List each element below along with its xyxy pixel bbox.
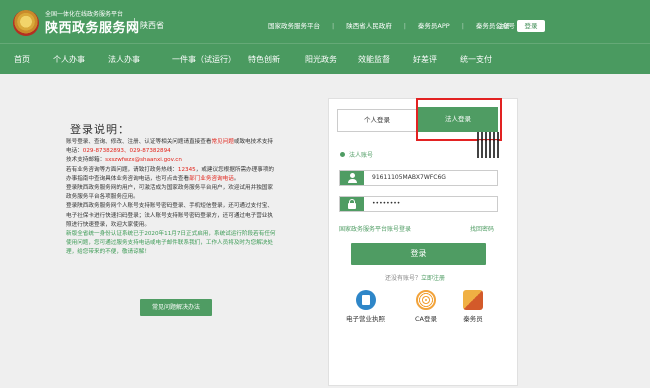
note-paragraph: 技术支持邮箱：sxszwfwzx@shaanxi.gov.cn xyxy=(66,156,276,165)
register-link[interactable]: 注册 xyxy=(497,20,510,30)
note-paragraph: 新版全省统一身份认证系统已于2020年11月7日正式启用，系统试运行阶段若有任何… xyxy=(66,231,276,256)
register-now-link[interactable]: 立即注册 xyxy=(421,275,445,282)
ext-login-label: 秦务员 xyxy=(463,315,483,323)
nav-unified-payment[interactable]: 统一支付 xyxy=(460,54,492,65)
note-paragraph: 登录陕西政务服务网的用户，可激活成为国家政务服务平台用户，欢迎试用并独国家政务服… xyxy=(66,185,273,201)
nav-rating[interactable]: 好差评 xyxy=(413,54,437,65)
nav-open-government[interactable]: 阳光政务 xyxy=(305,54,337,65)
top-links: 国家政务服务平台 | 陕西省人民政府 | 秦务员APP | 秦务员公众号 xyxy=(268,20,527,30)
nav-personal-services[interactable]: 个人办事 xyxy=(53,54,85,65)
business-license-login[interactable]: 电子营业执照 xyxy=(346,290,385,323)
top-header: 全国一体化在线政务服务平台 陕西政务服务网 陕西省 国家政务服务平台 | 陕西省人民… xyxy=(0,0,650,43)
header-login-button[interactable]: 登录 xyxy=(517,20,545,32)
divider: | xyxy=(403,22,406,30)
account-type-label: 法人账号 xyxy=(349,152,374,159)
nav-legal-services[interactable]: 法人办事 xyxy=(108,54,140,65)
password-field[interactable]: •••••••• xyxy=(339,196,498,212)
divider: | xyxy=(461,22,464,30)
tab-personal-login[interactable]: 个人登录 xyxy=(337,109,417,132)
account-field[interactable]: 91611105MABX7WFC6G xyxy=(339,170,498,186)
no-account-text: 还没有账号？ xyxy=(385,275,422,282)
site-logo-title[interactable]: 陕西政务服务网 xyxy=(45,17,140,36)
logo-divider xyxy=(134,18,135,32)
national-platform-login-link[interactable]: 国家政务服务平台账号登录 xyxy=(339,224,411,233)
login-notes: 账号登录、查询、修改、注册、认证等相关问题请直接查看常见问题或致电技术支持电话：… xyxy=(66,138,276,258)
login-submit-button[interactable]: 登录 xyxy=(351,243,486,265)
link-qinwuyuan-app[interactable]: 秦务员APP xyxy=(418,22,450,30)
department-phone-link[interactable]: 部门业务咨询电话 xyxy=(189,176,234,182)
note-text: 若有业务咨询等方面问题，请致打政务热线： xyxy=(66,166,178,173)
nav-efficiency-supervision[interactable]: 效能监督 xyxy=(358,54,390,65)
ca-fingerprint-icon xyxy=(416,290,436,310)
radio-dot-icon xyxy=(340,152,345,157)
password-input[interactable]: •••••••• xyxy=(372,200,400,207)
note-paragraph: 账号登录、查询、修改、注册、认证等相关问题请直接查看常见问题或致电技术支持电话：… xyxy=(66,138,276,156)
ext-login-label: CA登录 xyxy=(415,315,437,323)
ext-login-label: 电子营业执照 xyxy=(346,315,385,323)
note-paragraph: 若有业务咨询等方面问题，请致打政务热线：12345，或建议您根据所需办理事项的办… xyxy=(66,166,276,184)
divider: | xyxy=(332,22,335,30)
user-icon xyxy=(340,171,364,185)
login-notes-title: 登录说明： xyxy=(70,123,130,136)
account-input[interactable]: 91611105MABX7WFC6G xyxy=(372,174,446,181)
note-text: 。 xyxy=(233,175,240,182)
note-text: 账号登录、查询、修改、注册、认证等相关问题请直接查看 xyxy=(66,139,212,145)
faq-solutions-button[interactable]: 常见问题解决办法 xyxy=(140,299,212,316)
support-phone: 029-87382893、029-87382894 xyxy=(82,148,171,155)
no-account-prompt: 还没有账号？立即注册 xyxy=(385,273,445,282)
main-nav: 首页 个人办事 法人办事 一件事（试运行） 特色创新 阳光政务 效能监督 好差评… xyxy=(0,43,650,74)
qr-code-icon[interactable] xyxy=(477,132,499,158)
qinwuyuan-app-icon xyxy=(463,290,483,310)
region-selector[interactable]: 陕西省 xyxy=(140,20,164,31)
faq-link[interactable]: 常见问题 xyxy=(211,139,233,145)
note-text: 技术支持邮箱： xyxy=(66,157,106,164)
retrieve-password-link[interactable]: 找回密码 xyxy=(470,224,494,233)
link-national-platform[interactable]: 国家政务服务平台 xyxy=(268,22,320,30)
nav-home[interactable]: 首页 xyxy=(14,54,30,65)
hotline-number: 12345 xyxy=(177,166,196,173)
nav-one-thing[interactable]: 一件事（试运行） xyxy=(172,54,236,65)
national-emblem-icon xyxy=(13,10,39,36)
lock-icon xyxy=(340,197,364,211)
qinwuyuan-login[interactable]: 秦务员 xyxy=(463,290,483,323)
nav-featured-innovation[interactable]: 特色创新 xyxy=(248,54,280,65)
note-paragraph: 登录陕西政务服务网个人账号支持账号密码登录、手机短信登录，还可通过支付宝、电子社… xyxy=(66,203,273,228)
link-shaanxi-government[interactable]: 陕西省人民政府 xyxy=(346,22,392,30)
business-license-icon xyxy=(355,290,376,310)
ca-login[interactable]: CA登录 xyxy=(415,290,437,323)
support-email[interactable]: sxszwfwzx@shaanxi.gov.cn xyxy=(105,157,182,163)
